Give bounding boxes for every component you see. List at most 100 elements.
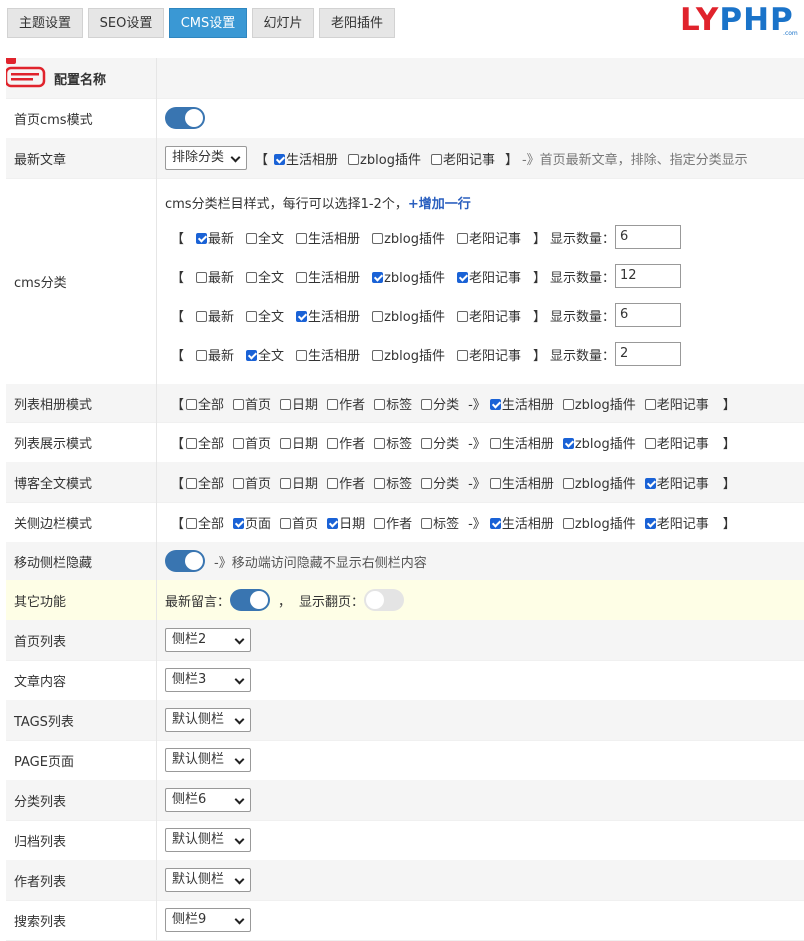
checkbox[interactable]	[233, 398, 245, 410]
cms-count-input[interactable]: 12	[615, 264, 682, 288]
list-option[interactable]: 首页	[233, 394, 271, 413]
checkbox[interactable]	[374, 517, 386, 529]
checkbox[interactable]	[421, 517, 433, 529]
sidebar-select[interactable]: 默认侧栏	[165, 868, 251, 892]
checkbox[interactable]	[374, 398, 386, 410]
list-option[interactable]: 日期	[327, 513, 365, 532]
sidebar-select[interactable]: 侧栏2	[165, 628, 251, 652]
list-option[interactable]: 老阳记事	[644, 394, 709, 413]
checkbox[interactable]	[456, 271, 468, 283]
list-option[interactable]: 首页	[233, 473, 271, 492]
tab-seo[interactable]: SEO设置	[88, 8, 164, 38]
checkbox[interactable]	[280, 477, 292, 489]
checkbox[interactable]	[644, 398, 656, 410]
list-option[interactable]: 生活相册	[489, 433, 554, 452]
list-option[interactable]: 作者	[327, 473, 365, 492]
checkbox[interactable]	[372, 310, 384, 322]
list-option[interactable]: 全部	[186, 473, 224, 492]
tab-plugins[interactable]: 老阳插件	[319, 8, 395, 38]
checkbox[interactable]	[327, 437, 339, 449]
checkbox[interactable]	[274, 153, 286, 165]
cms-option[interactable]: 全文	[246, 228, 284, 247]
add-row-link[interactable]: +增加一行	[408, 197, 471, 212]
list-option[interactable]: 分类	[421, 394, 459, 413]
sidebar-select[interactable]: 侧栏6	[165, 788, 251, 812]
mobile-sidebar-toggle[interactable]	[165, 550, 205, 572]
checkbox[interactable]	[186, 437, 198, 449]
checkbox[interactable]	[562, 477, 574, 489]
cms-count-input[interactable]: 6	[615, 225, 682, 249]
cms-option[interactable]: 最新	[196, 306, 234, 325]
checkbox[interactable]	[327, 517, 339, 529]
checkbox[interactable]	[430, 153, 442, 165]
list-option[interactable]: 作者	[374, 513, 412, 532]
list-option[interactable]: 分类	[421, 433, 459, 452]
list-option[interactable]: 日期	[280, 394, 318, 413]
checkbox[interactable]	[280, 437, 292, 449]
checkbox[interactable]	[233, 517, 245, 529]
checkbox[interactable]	[489, 477, 501, 489]
checkbox[interactable]	[421, 477, 433, 489]
cms-option[interactable]: zblog插件	[372, 306, 445, 325]
tab-slides[interactable]: 幻灯片	[252, 8, 314, 38]
list-option[interactable]: 生活相册	[489, 473, 554, 492]
cms-option[interactable]: 老阳记事	[456, 306, 521, 325]
sidebar-select[interactable]: 默认侧栏	[165, 748, 251, 772]
checkbox[interactable]	[233, 477, 245, 489]
cms-option[interactable]: 最新	[196, 345, 234, 364]
cms-option[interactable]: 生活相册	[296, 306, 360, 325]
cms-option[interactable]: zblog插件	[372, 228, 445, 247]
cms-option[interactable]: 全文	[246, 345, 284, 364]
list-option[interactable]: 首页	[280, 513, 318, 532]
latest-mode-select[interactable]: 排除分类	[165, 146, 248, 170]
latest-comments-toggle[interactable]	[230, 589, 271, 611]
list-option[interactable]: zblog插件	[562, 433, 636, 452]
cms-option[interactable]: 老阳记事	[456, 345, 521, 364]
checkbox[interactable]	[186, 477, 198, 489]
checkbox[interactable]	[421, 437, 433, 449]
checkbox[interactable]	[280, 398, 292, 410]
checkbox[interactable]	[489, 437, 501, 449]
tab-cms[interactable]: CMS设置	[169, 8, 247, 38]
checkbox[interactable]	[296, 232, 308, 244]
checkbox[interactable]	[246, 349, 258, 361]
checkbox[interactable]	[296, 310, 308, 322]
list-option[interactable]: zblog插件	[562, 473, 636, 492]
checkbox[interactable]	[348, 153, 360, 165]
home-cms-toggle[interactable]	[165, 107, 205, 129]
cms-option[interactable]: 老阳记事	[456, 267, 521, 286]
list-option[interactable]: 日期	[280, 433, 318, 452]
list-option[interactable]: 全部	[186, 513, 224, 532]
list-option[interactable]: 作者	[327, 433, 365, 452]
checkbox[interactable]	[296, 349, 308, 361]
sidebar-select[interactable]: 侧栏9	[165, 908, 251, 932]
checkbox[interactable]	[562, 517, 574, 529]
checkbox[interactable]	[186, 517, 198, 529]
list-option[interactable]: 分类	[421, 473, 459, 492]
cms-option[interactable]: 生活相册	[296, 345, 360, 364]
checkbox[interactable]	[196, 310, 208, 322]
checkbox[interactable]	[372, 232, 384, 244]
cms-option[interactable]: zblog插件	[372, 267, 445, 286]
list-option[interactable]: 生活相册	[489, 513, 554, 532]
checkbox[interactable]	[489, 398, 501, 410]
checkbox[interactable]	[296, 271, 308, 283]
cms-option[interactable]: 全文	[246, 267, 284, 286]
checkbox[interactable]	[644, 437, 656, 449]
checkbox[interactable]	[246, 232, 258, 244]
checkbox[interactable]	[644, 517, 656, 529]
list-option[interactable]: 标签	[374, 394, 412, 413]
sidebar-select[interactable]: 默认侧栏	[165, 708, 251, 732]
sidebar-select[interactable]: 默认侧栏	[165, 828, 251, 852]
checkbox[interactable]	[196, 349, 208, 361]
checkbox[interactable]	[280, 517, 292, 529]
checkbox[interactable]	[374, 437, 386, 449]
cms-count-input[interactable]: 6	[615, 303, 682, 327]
list-option[interactable]: 首页	[233, 433, 271, 452]
list-option[interactable]: 全部	[186, 394, 224, 413]
pagination-toggle[interactable]	[364, 589, 405, 611]
cms-option[interactable]: 老阳记事	[456, 228, 521, 247]
checkbox[interactable]	[246, 271, 258, 283]
checkbox[interactable]	[196, 271, 208, 283]
checkbox[interactable]	[562, 437, 574, 449]
